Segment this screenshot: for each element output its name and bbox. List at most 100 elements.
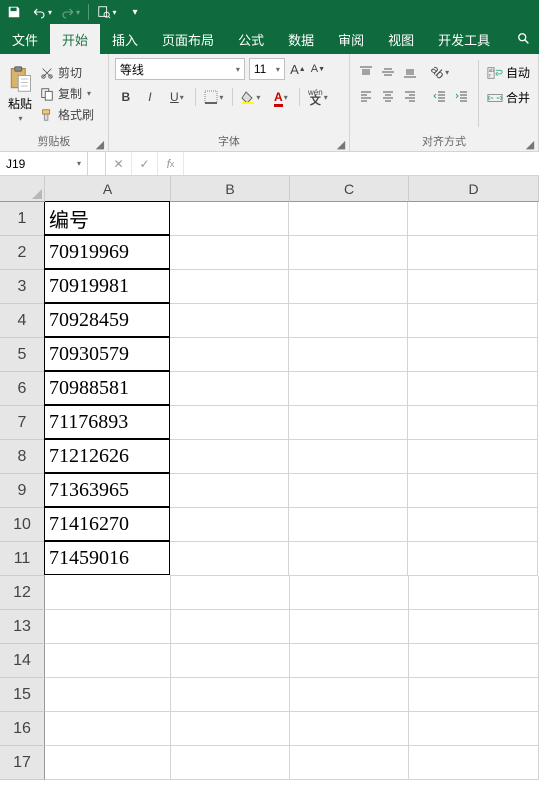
print-preview-icon[interactable]: ▾ [97, 2, 117, 22]
row-header[interactable]: 8 [0, 440, 45, 474]
cell[interactable] [289, 542, 408, 576]
cell[interactable] [408, 236, 538, 270]
row-header[interactable]: 16 [0, 712, 45, 746]
fill-color-button[interactable]: ▾ [237, 86, 265, 108]
bold-button[interactable]: B [115, 86, 137, 108]
align-left-icon[interactable] [356, 86, 376, 106]
cell[interactable]: 70919969 [44, 235, 170, 269]
cell[interactable] [171, 746, 290, 780]
cell[interactable] [170, 270, 289, 304]
orientation-icon[interactable]: ab▾ [430, 62, 450, 82]
cell[interactable] [408, 406, 538, 440]
cell[interactable] [170, 236, 289, 270]
cell[interactable] [170, 372, 289, 406]
cell[interactable] [408, 372, 538, 406]
cell[interactable] [408, 202, 538, 236]
cell[interactable] [171, 644, 290, 678]
increase-font-icon[interactable]: A▲ [289, 59, 307, 79]
tab-home[interactable]: 开始 [50, 24, 100, 54]
save-icon[interactable] [4, 2, 24, 22]
tab-file[interactable]: 文件 [0, 24, 50, 54]
row-header[interactable]: 17 [0, 746, 45, 780]
decrease-indent-icon[interactable] [430, 86, 450, 106]
cell[interactable]: 编号 [44, 201, 170, 235]
cell[interactable] [289, 372, 408, 406]
row-header[interactable]: 13 [0, 610, 45, 644]
cell[interactable] [289, 202, 408, 236]
cell[interactable] [45, 746, 171, 780]
format-painter-button[interactable]: 格式刷 [38, 105, 96, 124]
select-all-corner[interactable] [0, 176, 45, 202]
row-header[interactable]: 4 [0, 304, 45, 338]
font-launcher-icon[interactable]: ◢ [335, 138, 347, 150]
cell[interactable]: 71363965 [44, 473, 170, 507]
phonetic-guide-button[interactable]: wén文 ▾ [304, 86, 332, 108]
row-header[interactable]: 1 [0, 202, 45, 236]
cell[interactable] [408, 338, 538, 372]
tab-view[interactable]: 视图 [376, 24, 426, 54]
cell[interactable] [408, 542, 538, 576]
cell[interactable]: 71212626 [44, 439, 170, 473]
row-header[interactable]: 12 [0, 576, 45, 610]
cell[interactable] [408, 474, 538, 508]
column-header[interactable]: A [45, 176, 171, 202]
align-bottom-icon[interactable] [400, 62, 420, 82]
row-header[interactable]: 14 [0, 644, 45, 678]
tab-review[interactable]: 审阅 [326, 24, 376, 54]
row-header[interactable]: 15 [0, 678, 45, 712]
cell[interactable] [290, 746, 409, 780]
cell[interactable] [45, 610, 171, 644]
column-header[interactable]: D [409, 176, 539, 202]
cell[interactable] [170, 202, 289, 236]
align-top-icon[interactable] [356, 62, 376, 82]
cell[interactable] [289, 270, 408, 304]
customize-qat-icon[interactable]: ▾ [125, 2, 145, 22]
formula-input[interactable] [184, 152, 539, 175]
cell[interactable]: 71459016 [44, 541, 170, 575]
tab-layout[interactable]: 页面布局 [150, 24, 226, 54]
increase-indent-icon[interactable] [452, 86, 472, 106]
alignment-launcher-icon[interactable]: ◢ [524, 138, 536, 150]
row-header[interactable]: 11 [0, 542, 45, 576]
cell[interactable] [45, 576, 171, 610]
cell[interactable] [289, 338, 408, 372]
cell[interactable] [171, 678, 290, 712]
cell[interactable] [289, 508, 408, 542]
copy-button[interactable]: 复制▾ [38, 84, 96, 103]
cell[interactable] [409, 712, 539, 746]
font-size-select[interactable]: 11▾ [249, 58, 285, 80]
cell[interactable] [289, 440, 408, 474]
row-header[interactable]: 2 [0, 236, 45, 270]
cell[interactable] [408, 270, 538, 304]
cell[interactable] [289, 406, 408, 440]
cut-button[interactable]: 剪切 [38, 63, 96, 82]
cell[interactable]: 70919981 [44, 269, 170, 303]
cell[interactable]: 71176893 [44, 405, 170, 439]
cell[interactable] [289, 474, 408, 508]
cell[interactable] [170, 474, 289, 508]
cell[interactable] [408, 304, 538, 338]
align-middle-icon[interactable] [378, 62, 398, 82]
row-header[interactable]: 7 [0, 406, 45, 440]
cell[interactable] [290, 712, 409, 746]
underline-button[interactable]: U▾ [163, 86, 191, 108]
row-header[interactable]: 9 [0, 474, 45, 508]
wrap-text-button[interactable]: abc 自动 [485, 62, 532, 83]
cell[interactable] [409, 746, 539, 780]
row-header[interactable]: 5 [0, 338, 45, 372]
cell[interactable]: 70928459 [44, 303, 170, 337]
cell[interactable] [289, 304, 408, 338]
align-center-icon[interactable] [378, 86, 398, 106]
row-header[interactable]: 10 [0, 508, 45, 542]
tab-insert[interactable]: 插入 [100, 24, 150, 54]
cell[interactable] [409, 576, 539, 610]
cell[interactable]: 70988581 [44, 371, 170, 405]
cell[interactable] [45, 712, 171, 746]
cell[interactable] [170, 508, 289, 542]
cell[interactable] [170, 440, 289, 474]
cell[interactable] [408, 508, 538, 542]
cell[interactable] [409, 610, 539, 644]
tell-me-search-icon[interactable] [509, 24, 539, 54]
borders-button[interactable]: ▾ [200, 86, 228, 108]
align-right-icon[interactable] [400, 86, 420, 106]
